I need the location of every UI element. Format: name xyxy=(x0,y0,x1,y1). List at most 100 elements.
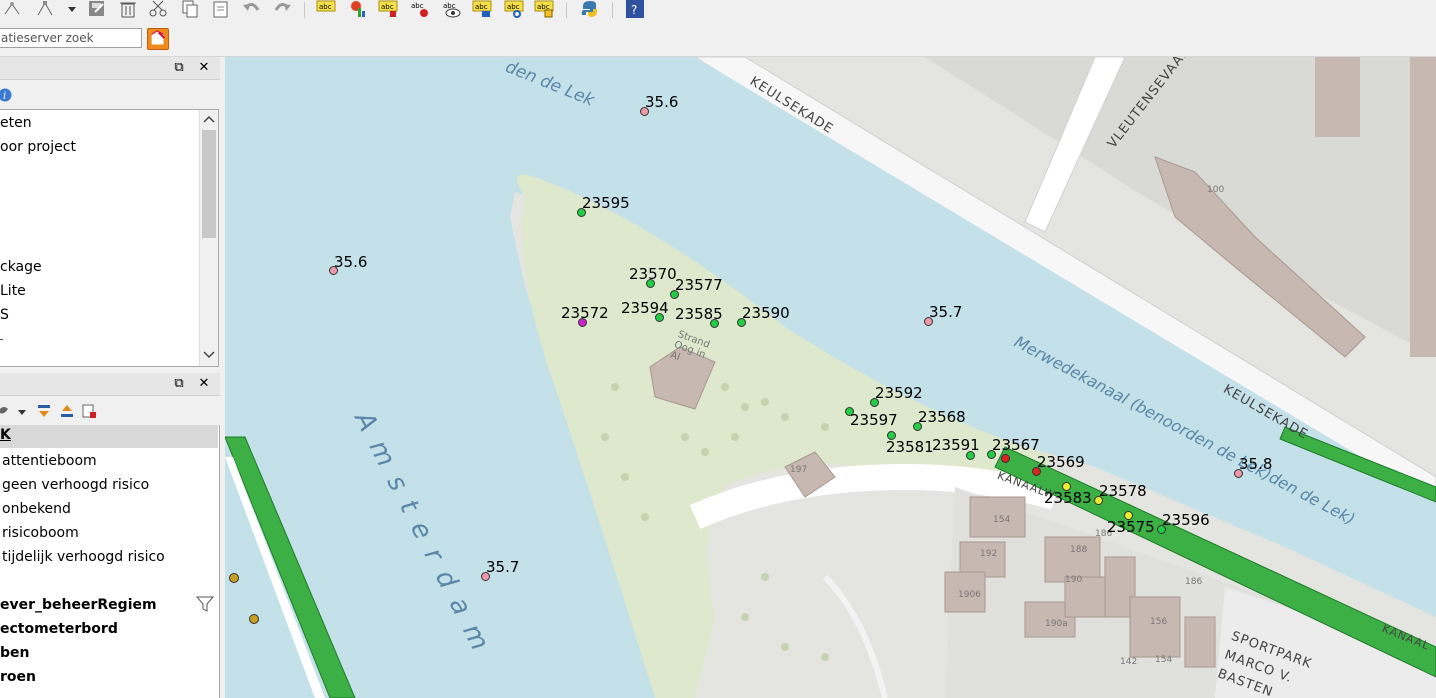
building-number: 190a xyxy=(1045,619,1068,629)
layers-toolbar xyxy=(0,401,220,423)
tree-label: 23585 xyxy=(675,305,723,323)
label-abc-change-icon[interactable]: abc xyxy=(534,0,554,18)
layer-item[interactable]: ben xyxy=(0,642,29,664)
tree-label: 23575 xyxy=(1107,518,1155,536)
filter-icon[interactable] xyxy=(196,595,214,613)
tree-label: 23590 xyxy=(742,304,790,322)
scroll-thumb[interactable] xyxy=(202,130,216,238)
close-icon[interactable]: ✕ xyxy=(196,376,212,392)
copy-icon[interactable] xyxy=(180,0,200,18)
layers-tree[interactable]: K attentieboom geen verhoogd risico onbe… xyxy=(0,425,220,698)
svg-text:abc: abc xyxy=(381,3,394,11)
browser-item[interactable]: ckage xyxy=(0,256,42,278)
cut-icon[interactable] xyxy=(148,0,168,18)
depth-label: 35.7 xyxy=(486,558,520,576)
building-number: 186 xyxy=(1185,577,1203,587)
label-abc-move-icon[interactable]: abc xyxy=(472,0,492,18)
label-abc-icon[interactable]: abc xyxy=(316,0,336,18)
browser-item[interactable]: eten xyxy=(0,112,32,134)
expand-all-icon[interactable] xyxy=(36,403,52,419)
tree-label: 23581 xyxy=(886,438,934,456)
tree-point[interactable] xyxy=(1001,454,1010,463)
remove-layer-icon[interactable] xyxy=(81,403,97,419)
legend-item[interactable]: onbekend xyxy=(2,498,71,520)
browser-item[interactable]: S xyxy=(0,304,9,326)
layer-item[interactable]: roen xyxy=(0,666,36,688)
browser-tree[interactable]: eten oor project ckage Lite S xyxy=(0,109,219,367)
svg-text:abc: abc xyxy=(507,3,520,11)
legend-item[interactable]: risicoboom xyxy=(2,522,79,544)
layer-item[interactable]: ever_beheerRegiem xyxy=(0,594,157,616)
redo-icon[interactable] xyxy=(272,0,292,18)
diagram-icon[interactable] xyxy=(348,0,368,18)
paste-icon[interactable] xyxy=(211,0,231,18)
layer-item[interactable]: ectometerbord xyxy=(0,618,118,640)
svg-text:abc: abc xyxy=(411,2,424,10)
tree-label: 23577 xyxy=(675,276,723,294)
svg-text:?: ? xyxy=(631,3,637,17)
tree-label: 23591 xyxy=(932,436,980,454)
depth-label: 35.6 xyxy=(334,253,368,271)
label-abc-red-icon[interactable]: abc xyxy=(410,0,430,18)
locator-search-input[interactable] xyxy=(0,28,142,48)
close-icon[interactable]: ✕ xyxy=(196,60,212,76)
scroll-down-icon[interactable] xyxy=(200,348,218,362)
building-number: 192 xyxy=(980,549,998,559)
tree-label: 23583 xyxy=(1044,489,1092,507)
tree-label: 23569 xyxy=(1037,453,1085,471)
building-number: 190 xyxy=(1065,575,1083,585)
label-abc-pin-icon[interactable]: abc xyxy=(378,0,398,18)
float-icon[interactable]: ⧉ xyxy=(171,376,187,392)
label-abc-rotate-icon[interactable]: abc xyxy=(504,0,524,18)
node-tool-icon[interactable] xyxy=(2,0,22,18)
tree-label: 23594 xyxy=(621,299,669,317)
float-icon[interactable]: ⧉ xyxy=(171,60,187,76)
browser-item[interactable]: Lite xyxy=(0,280,26,302)
roadside-point[interactable] xyxy=(249,614,259,624)
legend-item[interactable]: attentieboom xyxy=(2,450,97,472)
depth-label: 35.6 xyxy=(645,93,679,111)
building-number: 156 xyxy=(1150,617,1168,627)
building-number: 142 xyxy=(1120,657,1138,667)
selected-layer-row[interactable]: K xyxy=(0,425,218,448)
info-icon[interactable]: i xyxy=(0,86,16,104)
scroll-up-icon[interactable] xyxy=(200,112,218,126)
python-icon[interactable] xyxy=(580,0,600,18)
tree-label: 23572 xyxy=(561,304,609,322)
layers-panel-title: ⧉ ✕ xyxy=(0,373,220,396)
tree-label: 23578 xyxy=(1099,482,1147,500)
tree-label: 23596 xyxy=(1162,511,1210,529)
tree-point[interactable] xyxy=(987,450,996,459)
help-icon[interactable]: ? xyxy=(625,0,645,18)
label-abc-eye-icon[interactable]: abc xyxy=(442,0,462,18)
legend-item[interactable]: tijdelijk verhoogd risico xyxy=(2,546,165,568)
dropdown-arrow-icon[interactable] xyxy=(66,0,78,18)
delete-icon[interactable] xyxy=(118,0,138,18)
map-canvas[interactable]: den de Lek Amsterdam Merwedekanaal (beno… xyxy=(225,57,1436,698)
collapse-all-icon[interactable] xyxy=(59,403,75,419)
building-number: 154 xyxy=(1155,655,1173,665)
undo-icon[interactable] xyxy=(242,0,262,18)
save-edits-icon[interactable] xyxy=(87,0,107,18)
main-toolbar: abc abc abc abc abc abc abc ? xyxy=(0,0,1436,22)
svg-text:abc: abc xyxy=(319,3,332,11)
browser-item[interactable]: oor project xyxy=(0,136,76,158)
roadside-point[interactable] xyxy=(229,573,239,583)
vertex-tool-icon[interactable] xyxy=(36,0,56,18)
tree-label: 23568 xyxy=(918,408,966,426)
building-number: 100 xyxy=(1207,185,1225,195)
svg-text:i: i xyxy=(3,91,6,102)
building-number: 188 xyxy=(1070,545,1088,555)
tree-label: 23592 xyxy=(875,384,923,402)
layer-name: K xyxy=(0,427,11,443)
tree-label: 23595 xyxy=(582,194,630,212)
depth-label: 35.8 xyxy=(1239,455,1273,473)
browser-panel-title: ⧉ ✕ xyxy=(0,57,220,80)
depth-label: 35.7 xyxy=(929,303,963,321)
tree-connector xyxy=(0,339,3,340)
browser-scrollbar[interactable] xyxy=(199,110,218,366)
legend-item[interactable]: geen verhoogd risico xyxy=(2,474,149,496)
search-bar xyxy=(0,22,1436,57)
style-manager-icon[interactable] xyxy=(0,403,30,421)
search-go-icon[interactable] xyxy=(147,28,169,50)
